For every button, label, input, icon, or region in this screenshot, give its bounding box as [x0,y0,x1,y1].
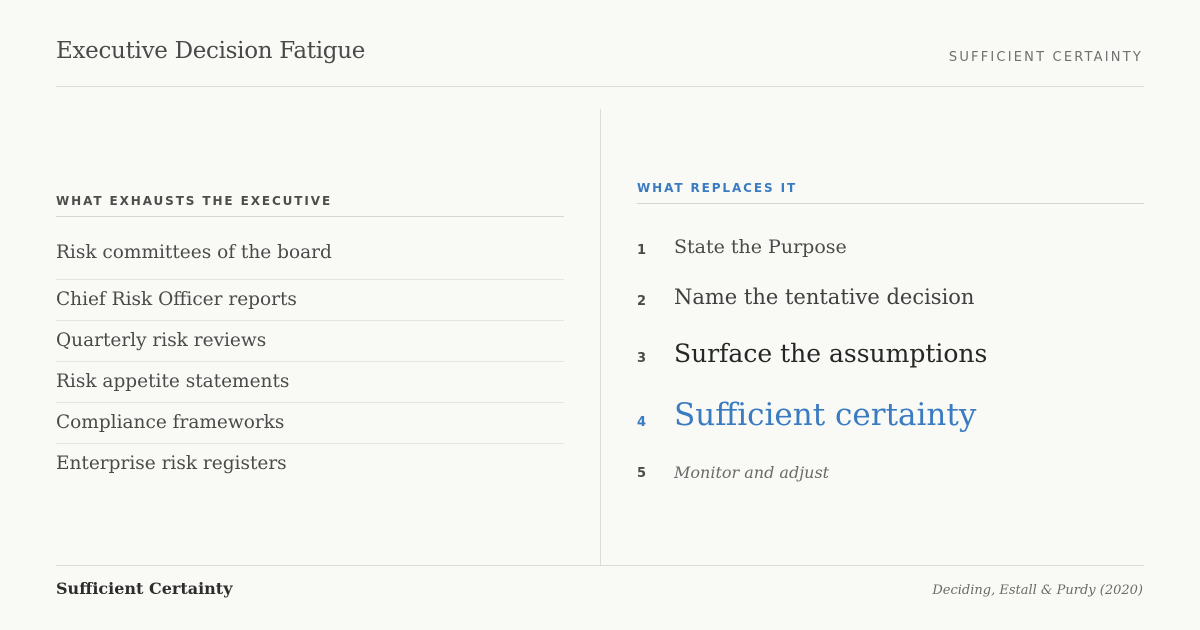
exhausts-list: Risk committees of the board Chief Risk … [56,240,564,485]
footer-brand: Sufficient Certainty [56,579,233,598]
step-number: 1 [637,243,647,258]
replaces-label: WHAT REPLACES IT [637,181,1144,204]
list-item: Enterprise risk registers [56,453,287,474]
step-number: 3 [637,351,647,366]
step-text: Surface the assumptions [674,339,988,368]
list-item: Risk committees of the board [56,240,564,280]
exhausts-label: WHAT EXHAUSTS THE EXECUTIVE [56,194,564,217]
list-item: Chief Risk Officer reports [56,280,564,321]
bottom-divider [56,565,1144,566]
step-text: Name the tentative decision [674,285,975,309]
step-number: 4 [637,415,647,430]
step-text: State the Purpose [674,236,847,258]
replaces-column: WHAT REPLACES IT 1 State the Purpose 2 N… [637,181,1144,482]
step-number: 5 [637,466,647,481]
column-divider [600,109,601,565]
exhausts-column: WHAT EXHAUSTS THE EXECUTIVE Risk committ… [56,194,564,485]
step-text: Monitor and adjust [674,463,830,482]
header-tag: SUFFICIENT CERTAINTY [948,50,1143,65]
list-item: Quarterly risk reviews [56,321,564,362]
footer-citation: Deciding, Estall & Purdy (2020) [932,583,1143,598]
step-number: 2 [637,294,647,309]
top-divider [56,86,1144,87]
step-text: Sufficient certainty [674,397,977,433]
page-title: Executive Decision Fatigue [56,38,366,64]
list-item: Compliance frameworks [56,403,564,444]
list-item: Risk appetite statements [56,362,564,403]
